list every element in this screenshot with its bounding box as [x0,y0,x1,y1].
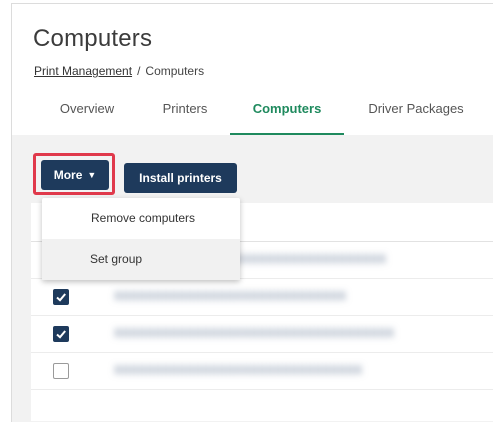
install-printers-button[interactable]: Install printers [124,163,237,193]
row-checkbox[interactable] [53,289,69,305]
row-checkbox[interactable] [53,363,69,379]
page-title: Computers [33,25,153,52]
more-dropdown-menu: Remove computers Set group [42,198,240,280]
table-row[interactable]: XXXXXXXXXXXXXXXXXXXXXXXXXXXXXXXXXXX [31,316,493,353]
breadcrumb: Print Management / Computers [34,64,204,78]
tab-overview[interactable]: Overview [51,99,123,133]
menu-item-remove-computers[interactable]: Remove computers [42,198,240,239]
table-row[interactable]: XXXXXXXXXXXXXXXXXXXXXXXXXXXXX [31,279,493,316]
breadcrumb-separator: / [137,64,141,78]
menu-item-label: Remove computers [91,211,196,225]
breadcrumb-link-print-management[interactable]: Print Management [34,64,132,78]
more-button[interactable]: More ▼ [41,160,109,190]
tab-computers[interactable]: Computers [230,99,344,135]
computer-name: XXXXXXXXXXXXXXXXXXXXXXXXXXXXX [114,289,347,303]
menu-item-set-group[interactable]: Set group [42,239,240,280]
row-checkbox[interactable] [53,326,69,342]
menu-item-label: Set group [90,252,143,266]
tab-driver-packages[interactable]: Driver Packages [360,99,472,133]
breadcrumb-current: Computers [145,64,205,78]
tab-printers[interactable]: Printers [150,99,220,133]
table-row[interactable]: XXXXXXXXXXXXXXXXXXXXXXXXXXXXXXX [31,353,493,390]
tab-bar: Overview Printers Computers Driver Packa… [12,89,493,136]
computer-name: XXXXXXXXXXXXXXXXXXXXXXXXXXXXXXX [114,363,363,377]
checkmark-icon [56,293,66,302]
checkmark-icon [56,330,66,339]
caret-down-icon: ▼ [87,170,97,180]
computer-name: XXXXXXXXXXXXXXXXXXXXXXXXXXXXXXXXXXX [114,326,395,340]
more-button-label: More [53,168,83,182]
